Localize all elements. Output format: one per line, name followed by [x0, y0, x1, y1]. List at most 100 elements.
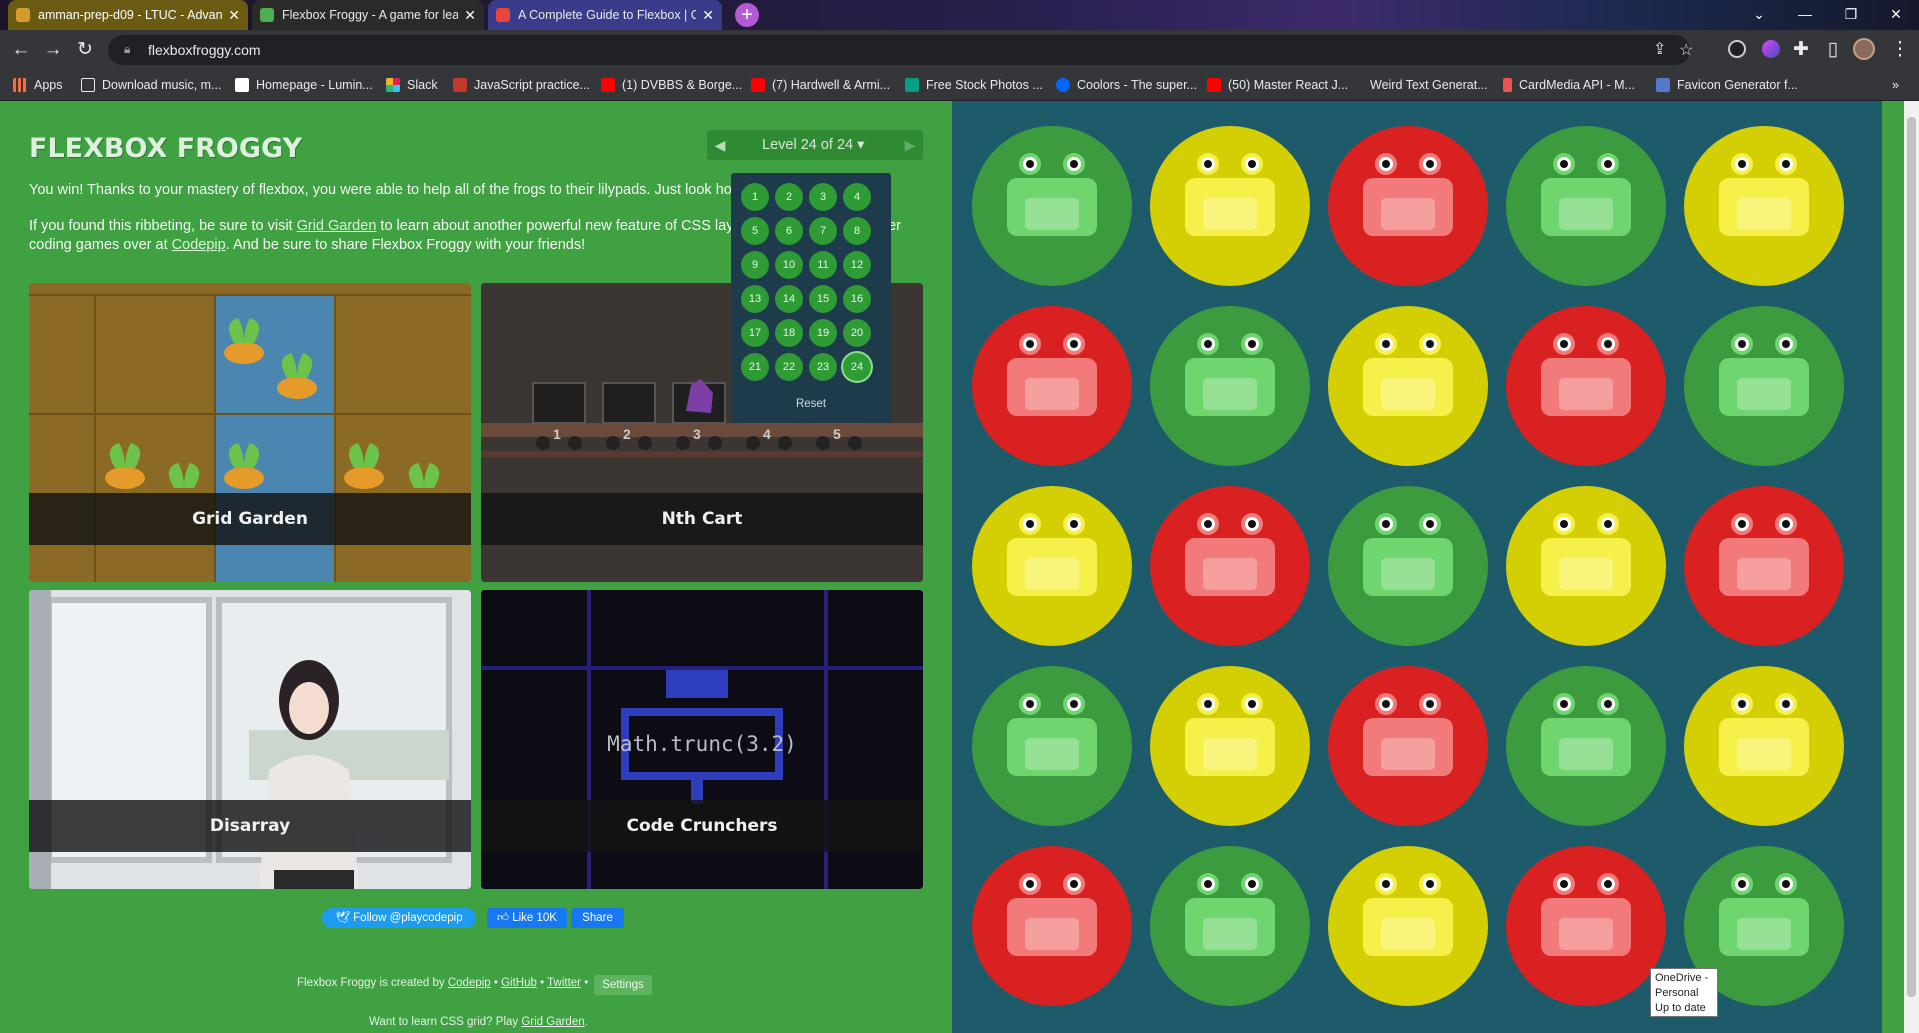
share-icon[interactable]: ⇪ [1653, 39, 1666, 59]
level-8-button[interactable]: 8 [843, 217, 871, 245]
green-lilypad-frog [972, 126, 1132, 286]
level-12-button[interactable]: 12 [843, 251, 871, 279]
bookmark-coolors[interactable]: Coolors - The super... [1056, 75, 1197, 95]
restore-button[interactable]: ❐ [1828, 0, 1874, 30]
settings-button[interactable]: Settings [594, 975, 652, 995]
github-link[interactable]: GitHub [501, 977, 537, 989]
level-5-button[interactable]: 5 [741, 217, 769, 245]
scrollbar-thumb[interactable] [1907, 117, 1916, 997]
level-15-button[interactable]: 15 [809, 285, 837, 313]
facebook-share-button[interactable]: Share [571, 908, 624, 928]
bookmark-star-icon[interactable]: ☆ [1679, 40, 1693, 60]
reload-icon[interactable]: ↻ [73, 38, 97, 62]
bookmark-hardwell[interactable]: (7) Hardwell & Armi... [751, 75, 890, 95]
address-bar[interactable]: 🔒︎ flexboxfroggy.com ⇪ ☆ [108, 35, 1693, 65]
extension-target-icon[interactable] [1728, 40, 1746, 58]
extension-color-icon[interactable] [1762, 40, 1780, 58]
code-crunchers-card[interactable]: Math.trunc(3.2) Code Crunchers [481, 590, 923, 889]
prev-level-icon[interactable]: ◀ [707, 130, 733, 160]
new-tab-button[interactable]: + [735, 3, 759, 27]
follow-label: Follow @playcodepip [353, 912, 463, 924]
code-text: Math.trunc(3.2) [607, 732, 797, 756]
minimize-button[interactable]: — [1782, 0, 1828, 30]
bookmark-label: Weird Text Generat... [1370, 78, 1488, 92]
yellow-lilypad-frog [1150, 666, 1310, 826]
bookmark-cardmedia[interactable]: CardMedia API - M... [1503, 75, 1635, 95]
frog-favicon-icon [260, 8, 274, 22]
twitter-follow-button[interactable]: 🕊︎ Follow @playcodepip [322, 908, 476, 928]
scrollbar[interactable] [1904, 101, 1919, 1033]
menu-kebab-icon[interactable]: ⋮ [1888, 38, 1912, 62]
bookmark-weird-text[interactable]: Weird Text Generat... [1359, 75, 1488, 95]
back-icon[interactable]: ← [9, 38, 33, 62]
bookmark-master-react[interactable]: (50) Master React J... [1207, 75, 1348, 95]
bookmark-lumin[interactable]: Homepage - Lumin... [235, 75, 373, 95]
grid-garden-link[interactable]: Grid Garden [297, 218, 377, 234]
extensions-puzzle-icon[interactable]: ✚ [1789, 38, 1813, 62]
tab-close-icon[interactable]: ✕ [464, 7, 476, 24]
level-16-button[interactable]: 16 [843, 285, 871, 313]
side-panel-icon[interactable]: ▯ [1821, 38, 1845, 62]
level-menu: 1 2 3 4 5 6 7 8 9 10 11 12 13 14 15 16 17 18 19 20 21 22 23 24 … [731, 173, 891, 423]
tab-flexbox-guide[interactable]: A Complete Guide to Flexbox | C ✕ [488, 0, 722, 30]
level-17-button[interactable]: 17 [741, 319, 769, 347]
level-18-button[interactable]: 18 [775, 319, 803, 347]
tab-amman-prep[interactable]: amman-prep-d09 - LTUC - Advan ✕ [8, 0, 248, 30]
tab-close-icon[interactable]: ✕ [702, 7, 714, 24]
tab-favicon-icon [16, 8, 30, 22]
profile-avatar[interactable] [1853, 38, 1875, 60]
tab-search-icon[interactable]: ⌄ [1736, 0, 1782, 30]
level-3-button[interactable]: 3 [809, 183, 837, 211]
level-9-button[interactable]: 9 [741, 251, 769, 279]
game-title: Code Crunchers [481, 800, 923, 852]
level-2-button[interactable]: 2 [775, 183, 803, 211]
bookmark-stock-photos[interactable]: Free Stock Photos ... [905, 75, 1043, 95]
green-lilypad-frog [1684, 306, 1844, 466]
forward-icon[interactable]: → [41, 38, 65, 62]
cart-number: 2 [623, 426, 631, 442]
separator: • [581, 977, 589, 989]
bookmark-label: Free Stock Photos ... [926, 78, 1043, 92]
next-level-icon[interactable]: ▶ [897, 130, 923, 160]
bookmark-js-practice[interactable]: JavaScript practice... [453, 75, 590, 95]
level-indicator[interactable]: Level 24 of 24 ▾ [762, 137, 864, 153]
cart-number: 1 [553, 426, 561, 442]
level-14-button[interactable]: 14 [775, 285, 803, 313]
level-11-button[interactable]: 11 [809, 251, 837, 279]
codepip-footer-link[interactable]: Codepip [448, 977, 491, 989]
bookmark-favicon-generator[interactable]: Favicon Generator f... [1656, 75, 1798, 95]
bookmark-slack[interactable]: Slack [386, 75, 438, 95]
reset-button[interactable]: Reset [731, 398, 891, 410]
bookmark-download-music[interactable]: Download music, m... [81, 75, 221, 95]
more-bookmarks-icon[interactable]: » [1892, 75, 1899, 95]
onedrive-tooltip: OneDrive - Personal Up to date [1650, 968, 1718, 1017]
level-24-button[interactable]: 24 [843, 353, 871, 381]
level-21-button[interactable]: 21 [741, 353, 769, 381]
level-1-button[interactable]: 1 [741, 183, 769, 211]
bookmark-dvbbs[interactable]: (1) DVBBS & Borge... [601, 75, 742, 95]
bookmark-label: (1) DVBBS & Borge... [622, 78, 743, 92]
level-13-button[interactable]: 13 [741, 285, 769, 313]
level-22-button[interactable]: 22 [775, 353, 803, 381]
tab-close-icon[interactable]: ✕ [228, 7, 240, 24]
level-7-button[interactable]: 7 [809, 217, 837, 245]
level-23-button[interactable]: 23 [809, 353, 837, 381]
facebook-like-button[interactable]: 👍︎ Like 10K [487, 908, 567, 928]
site-logo[interactable]: FLEXBOX FROGGY [29, 133, 302, 164]
close-window-button[interactable]: ✕ [1873, 0, 1919, 30]
level-6-button[interactable]: 6 [775, 217, 803, 245]
grid-garden-card[interactable]: Grid Garden [29, 283, 471, 582]
url-text[interactable]: flexboxfroggy.com [148, 42, 261, 58]
level-4-button[interactable]: 4 [843, 183, 871, 211]
text: . And be sure to share Flexbox Froggy wi… [225, 237, 586, 253]
level-19-button[interactable]: 19 [809, 319, 837, 347]
level-20-button[interactable]: 20 [843, 319, 871, 347]
twitter-link[interactable]: Twitter [547, 977, 581, 989]
bookmark-apps[interactable]: Apps [13, 75, 63, 95]
level-10-button[interactable]: 10 [775, 251, 803, 279]
tab-flexbox-froggy[interactable]: Flexbox Froggy - A game for learn ✕ [252, 0, 484, 30]
codepip-link[interactable]: Codepip [172, 237, 226, 253]
grid-garden-footer-link[interactable]: Grid Garden [521, 1016, 584, 1028]
lock-icon[interactable]: 🔒︎ [124, 42, 130, 57]
disarray-card[interactable]: Disarray [29, 590, 471, 889]
